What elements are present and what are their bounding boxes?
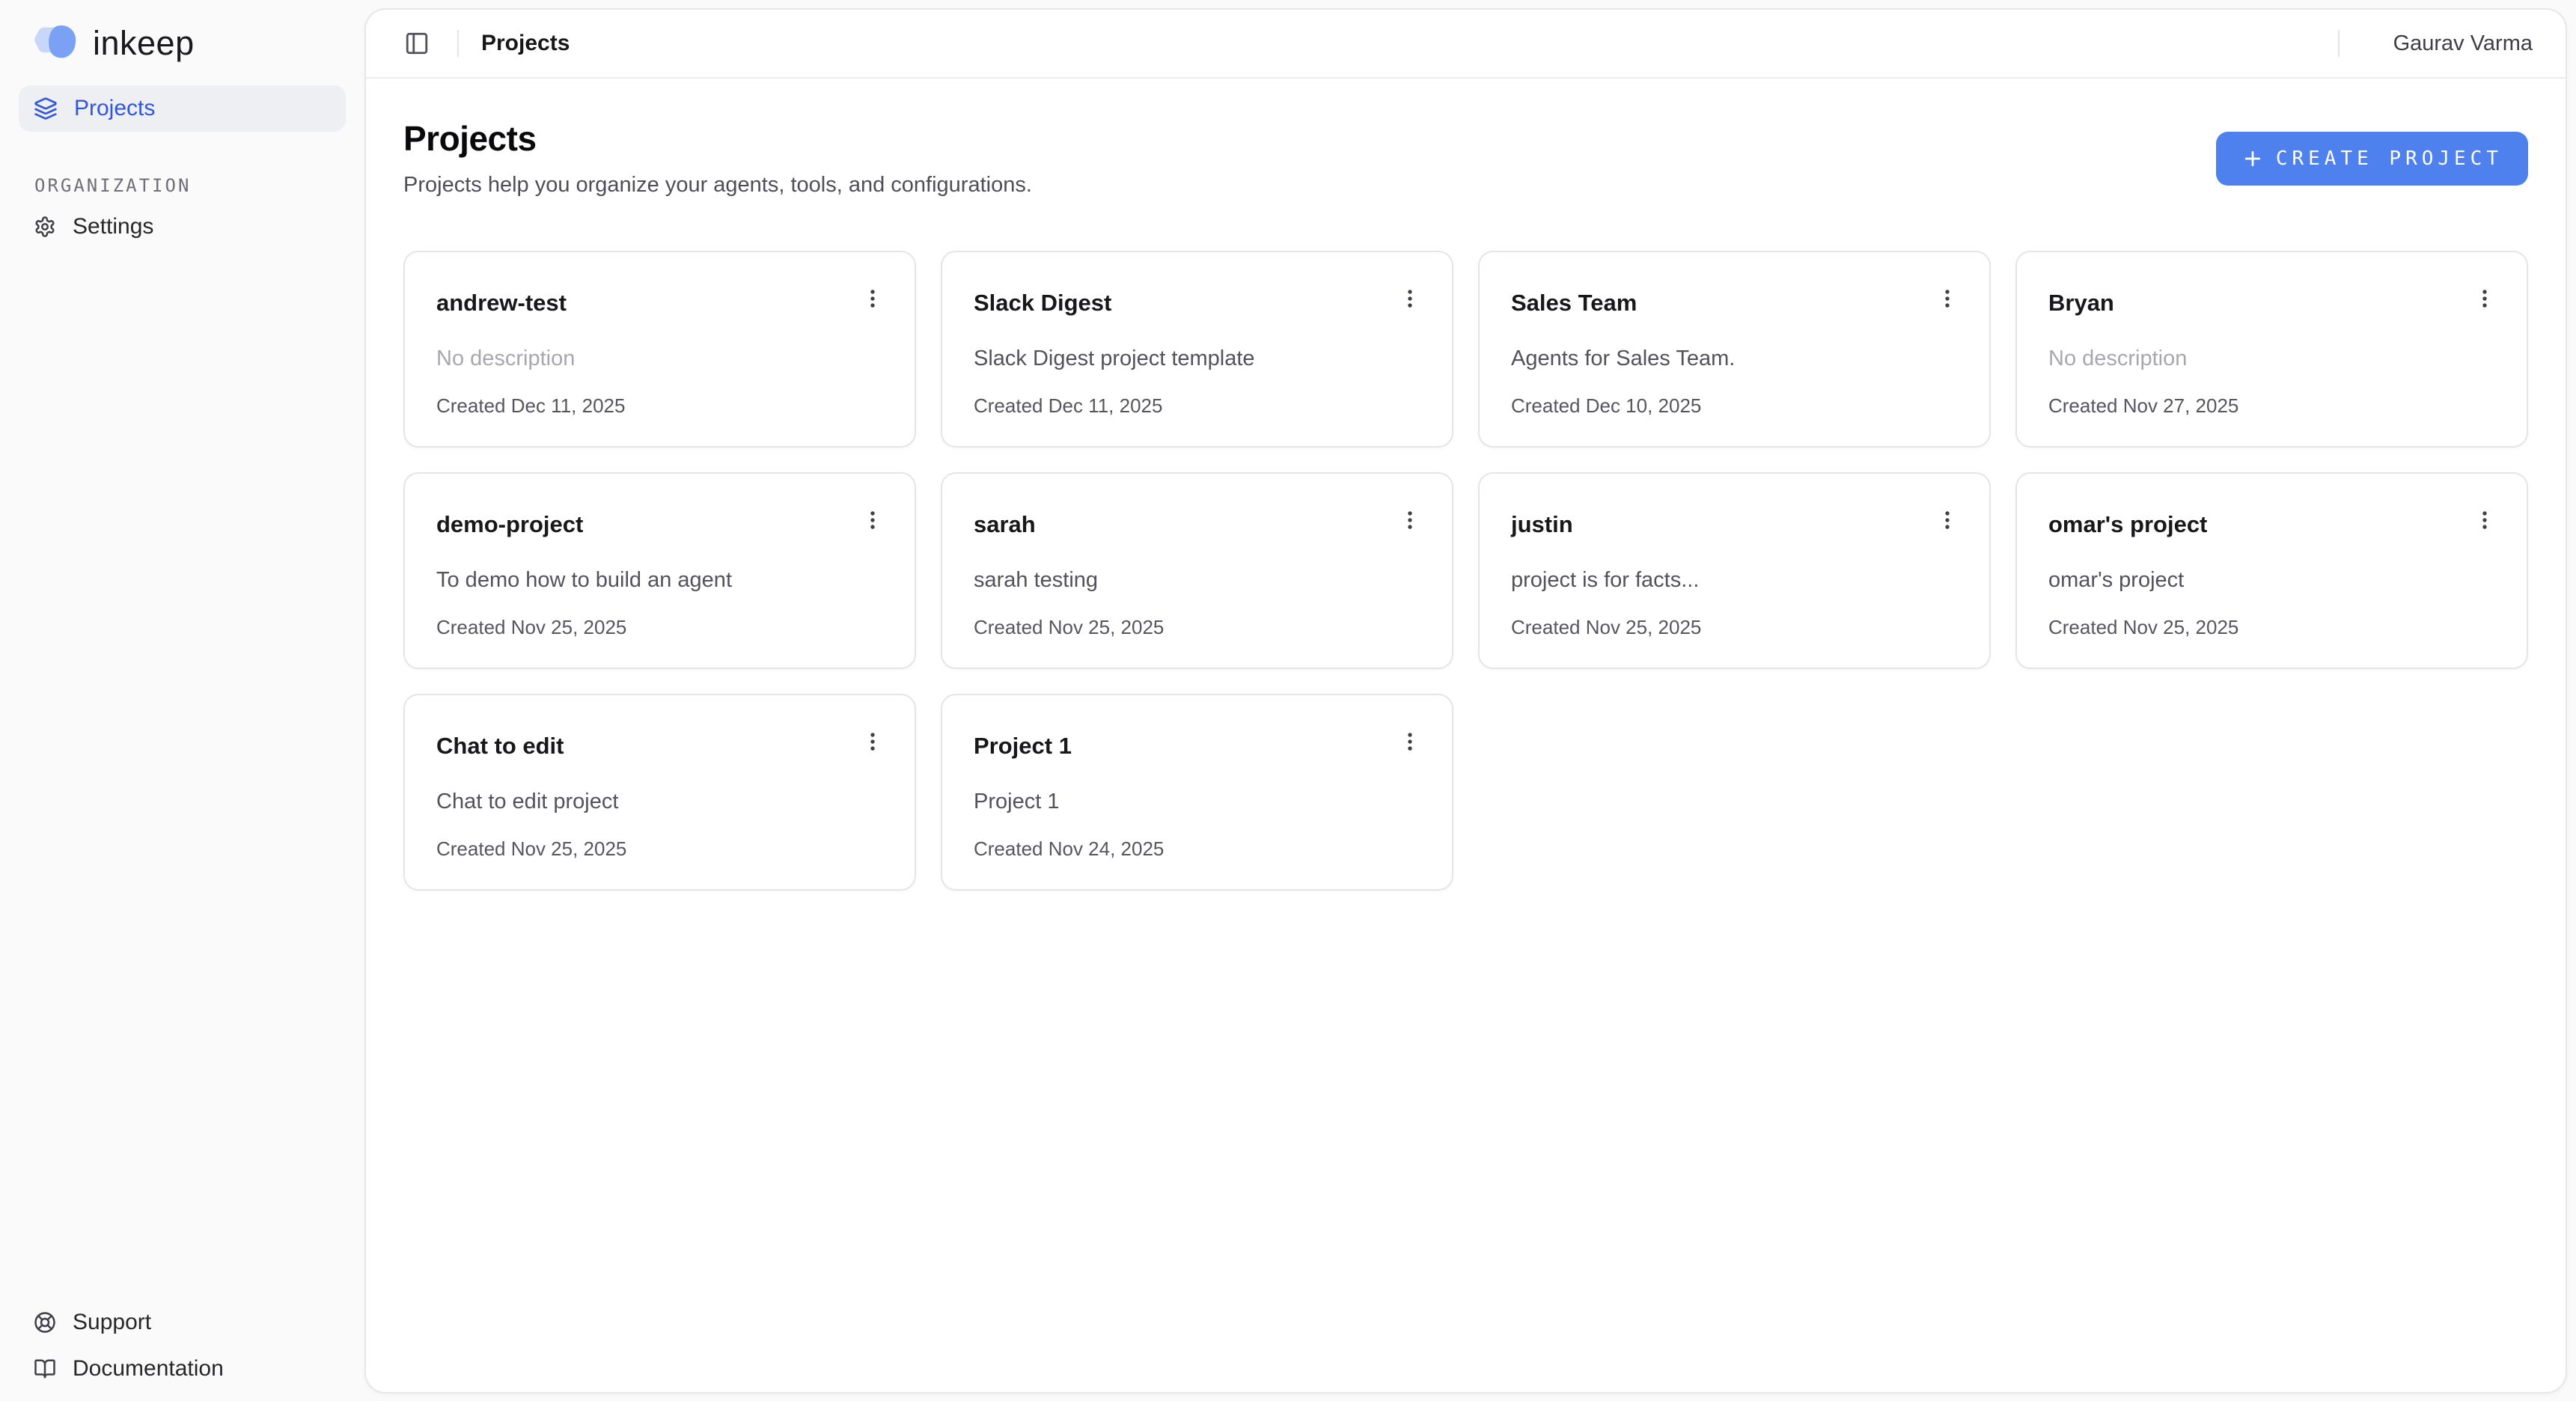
project-card-menu-button[interactable] xyxy=(1928,501,1967,540)
project-card-title: andrew-test xyxy=(436,287,567,320)
project-card-menu-button[interactable] xyxy=(853,279,892,318)
sidebar-toggle-button[interactable] xyxy=(399,25,435,61)
project-card-description: No description xyxy=(436,344,892,371)
project-card[interactable]: Bryan No description Created Nov 27, 202… xyxy=(2015,251,2528,448)
kebab-menu-icon xyxy=(861,287,885,311)
project-card-created: Created Dec 11, 2025 xyxy=(436,392,892,419)
project-card-title: demo-project xyxy=(436,508,583,541)
page-title: Projects xyxy=(403,117,1032,159)
sidebar-footer: Support Documentation xyxy=(0,1299,364,1392)
project-card[interactable]: demo-project To demo how to build an age… xyxy=(403,472,916,669)
project-card-created: Created Nov 25, 2025 xyxy=(436,614,892,641)
projects-grid: andrew-test No description Created Dec 1… xyxy=(403,251,2528,891)
project-card-created: Created Nov 25, 2025 xyxy=(974,614,1429,641)
user-menu[interactable]: Gaurav Varma xyxy=(2393,31,2533,56)
project-card-menu-button[interactable] xyxy=(853,722,892,761)
project-card-title: Sales Team xyxy=(1511,287,1637,320)
sidebar-item-label: Support xyxy=(73,1310,151,1335)
project-card-description: sarah testing xyxy=(974,565,1429,593)
logo-wordmark: inkeep xyxy=(93,24,195,63)
gear-icon xyxy=(34,216,56,238)
breadcrumb: Projects xyxy=(481,31,570,56)
project-card-title: Slack Digest xyxy=(974,287,1111,320)
plus-icon xyxy=(2241,147,2264,170)
project-card-title: omar's project xyxy=(2048,508,2207,541)
project-card-description: Chat to edit project xyxy=(436,787,892,814)
sidebar-org-nav: Settings xyxy=(0,204,364,250)
sidebar-item-label: Projects xyxy=(74,96,155,121)
project-card-description: No description xyxy=(2048,344,2504,371)
sidebar: inkeep Projects ORGANIZATION Settings xyxy=(0,0,364,1401)
project-card-created: Created Nov 24, 2025 xyxy=(974,835,1429,862)
project-card[interactable]: Sales Team Agents for Sales Team. Create… xyxy=(1478,251,1991,448)
project-card-created: Created Dec 11, 2025 xyxy=(974,392,1429,419)
project-card-menu-button[interactable] xyxy=(1928,279,1967,318)
project-card[interactable]: Chat to edit Chat to edit project Create… xyxy=(403,694,916,891)
kebab-menu-icon xyxy=(1398,730,1422,754)
page-header: Projects Projects help you organize your… xyxy=(403,117,2528,200)
sidebar-item-support[interactable]: Support xyxy=(19,1299,346,1346)
sidebar-item-label: Documentation xyxy=(73,1356,224,1382)
kebab-menu-icon xyxy=(1935,287,1959,311)
sidebar-item-label: Settings xyxy=(73,214,153,239)
project-card-description: Project 1 xyxy=(974,787,1429,814)
kebab-menu-icon xyxy=(2473,508,2497,532)
sidebar-nav: Projects xyxy=(0,85,364,132)
project-card-menu-button[interactable] xyxy=(853,501,892,540)
panel-left-icon xyxy=(404,31,430,56)
page-content: Projects Projects help you organize your… xyxy=(366,79,2566,1392)
project-card-description: project is for facts... xyxy=(1511,565,1967,593)
project-card-title: Chat to edit xyxy=(436,730,564,763)
project-card[interactable]: justin project is for facts... Created N… xyxy=(1478,472,1991,669)
organization-section-label: ORGANIZATION xyxy=(34,175,364,196)
sidebar-item-documentation[interactable]: Documentation xyxy=(19,1346,346,1392)
project-card-description: Slack Digest project template xyxy=(974,344,1429,371)
project-card-created: Created Dec 10, 2025 xyxy=(1511,392,1967,419)
create-project-label: CREATE PROJECT xyxy=(2276,147,2503,170)
project-card[interactable]: omar's project omar's project Created No… xyxy=(2015,472,2528,669)
project-card-created: Created Nov 25, 2025 xyxy=(1511,614,1967,641)
kebab-menu-icon xyxy=(1398,287,1422,311)
project-card-created: Created Nov 25, 2025 xyxy=(436,835,892,862)
kebab-menu-icon xyxy=(861,508,885,532)
inkeep-logo-icon xyxy=(33,24,81,63)
layers-icon xyxy=(34,97,58,120)
kebab-menu-icon xyxy=(1935,508,1959,532)
project-card-description: omar's project xyxy=(2048,565,2504,593)
project-card-title: Bryan xyxy=(2048,287,2114,320)
kebab-menu-icon xyxy=(2473,287,2497,311)
project-card-description: Agents for Sales Team. xyxy=(1511,344,1967,371)
topbar: Projects Gaurav Varma xyxy=(366,10,2566,79)
project-card-menu-button[interactable] xyxy=(2465,501,2504,540)
sidebar-item-projects[interactable]: Projects xyxy=(19,85,346,132)
main-panel: Projects Gaurav Varma Projects Projects … xyxy=(364,8,2567,1394)
project-card[interactable]: sarah sarah testing Created Nov 25, 2025 xyxy=(941,472,1453,669)
project-card-menu-button[interactable] xyxy=(1391,722,1429,761)
project-card-created: Created Nov 25, 2025 xyxy=(2048,614,2504,641)
sidebar-item-settings[interactable]: Settings xyxy=(19,204,346,250)
kebab-menu-icon xyxy=(861,730,885,754)
logo[interactable]: inkeep xyxy=(0,22,364,64)
user-divider xyxy=(2338,30,2340,57)
page-subtitle: Projects help you organize your agents, … xyxy=(403,170,1032,200)
project-card-title: sarah xyxy=(974,508,1036,541)
project-card[interactable]: Slack Digest Slack Digest project templa… xyxy=(941,251,1453,448)
project-card-title: justin xyxy=(1511,508,1573,541)
project-card[interactable]: andrew-test No description Created Dec 1… xyxy=(403,251,916,448)
project-card-description: To demo how to build an agent xyxy=(436,565,892,593)
create-project-button[interactable]: CREATE PROJECT xyxy=(2216,132,2528,186)
project-card-menu-button[interactable] xyxy=(1391,501,1429,540)
book-open-icon xyxy=(34,1358,56,1380)
topbar-divider xyxy=(457,30,459,57)
project-card[interactable]: Project 1 Project 1 Created Nov 24, 2025 xyxy=(941,694,1453,891)
project-card-title: Project 1 xyxy=(974,730,1072,763)
project-card-created: Created Nov 27, 2025 xyxy=(2048,392,2504,419)
kebab-menu-icon xyxy=(1398,508,1422,532)
project-card-menu-button[interactable] xyxy=(1391,279,1429,318)
lifebuoy-icon xyxy=(34,1311,56,1334)
project-card-menu-button[interactable] xyxy=(2465,279,2504,318)
